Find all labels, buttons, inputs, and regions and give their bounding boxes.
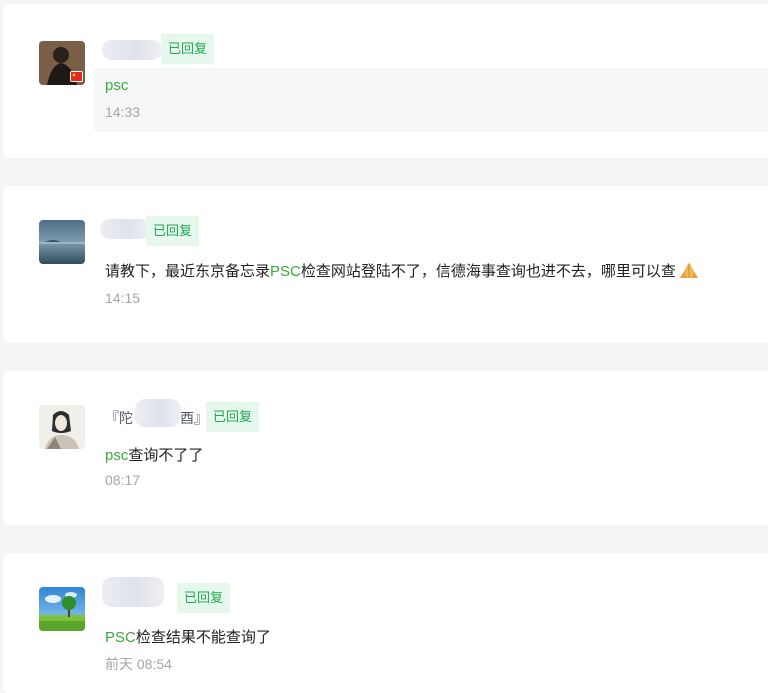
comment-card-2: 已回复 请教下，最近东京备忘录PSC检查网站登陆不了，信德海事查询也进不去，哪里… bbox=[3, 186, 768, 343]
pray-hands-emoji-icon bbox=[678, 261, 700, 283]
message-text: psc bbox=[105, 77, 128, 94]
message-highlight: PSC bbox=[105, 629, 136, 646]
user-name-blurred bbox=[102, 40, 162, 60]
message-highlight: psc bbox=[105, 447, 129, 464]
avatar[interactable] bbox=[39, 587, 85, 631]
message-after: 检查网站登陆不了，信德海事查询也进不去，哪里可以查 bbox=[300, 263, 676, 280]
avatar[interactable] bbox=[39, 220, 85, 264]
user-name-blurred bbox=[100, 219, 150, 239]
message-time: 前天 08:54 bbox=[105, 656, 172, 672]
message-before: 请教下，最近东京备忘录 bbox=[105, 263, 271, 280]
user-name-blurred bbox=[102, 577, 164, 607]
message-text: PSC检查结果不能查询了 bbox=[105, 626, 271, 647]
avatar-ink-portrait-icon bbox=[39, 405, 85, 449]
replied-badge: 已回复 bbox=[206, 402, 260, 432]
avatar[interactable] bbox=[39, 405, 85, 449]
message-highlight: psc bbox=[105, 77, 129, 94]
replied-badge: 已回复 bbox=[177, 583, 231, 613]
message-rest: 查询不了了 bbox=[128, 447, 204, 464]
message-highlight: PSC bbox=[270, 263, 301, 280]
avatar-person-icon bbox=[39, 41, 85, 85]
avatar[interactable] bbox=[39, 41, 85, 85]
comment-card-3: 『陀 酉』 已回复 psc查询不了了 08:17 bbox=[3, 371, 768, 525]
message-text: psc查询不了了 bbox=[105, 444, 203, 465]
user-name-right: 酉』 bbox=[180, 410, 208, 426]
message-text: 请教下，最近东京备忘录PSC检查网站登陆不了，信德海事查询也进不去，哪里可以查 bbox=[105, 260, 700, 283]
comment-card-4: 已回复 PSC检查结果不能查询了 前天 08:54 bbox=[3, 553, 768, 693]
user-name-blurred bbox=[135, 399, 181, 427]
avatar-lake-icon bbox=[39, 220, 85, 264]
message-box bbox=[94, 68, 768, 132]
avatar-landscape-icon bbox=[39, 587, 85, 631]
message-time: 14:15 bbox=[105, 290, 141, 306]
replied-badge: 已回复 bbox=[161, 34, 215, 64]
message-rest: 检查结果不能查询了 bbox=[135, 629, 271, 646]
message-time: 14:33 bbox=[105, 104, 141, 120]
replied-badge: 已回复 bbox=[146, 216, 200, 246]
comment-card-1: 已回复 psc 14:33 bbox=[3, 4, 768, 158]
message-time: 08:17 bbox=[105, 472, 141, 488]
user-name-left: 『陀 bbox=[105, 410, 133, 426]
